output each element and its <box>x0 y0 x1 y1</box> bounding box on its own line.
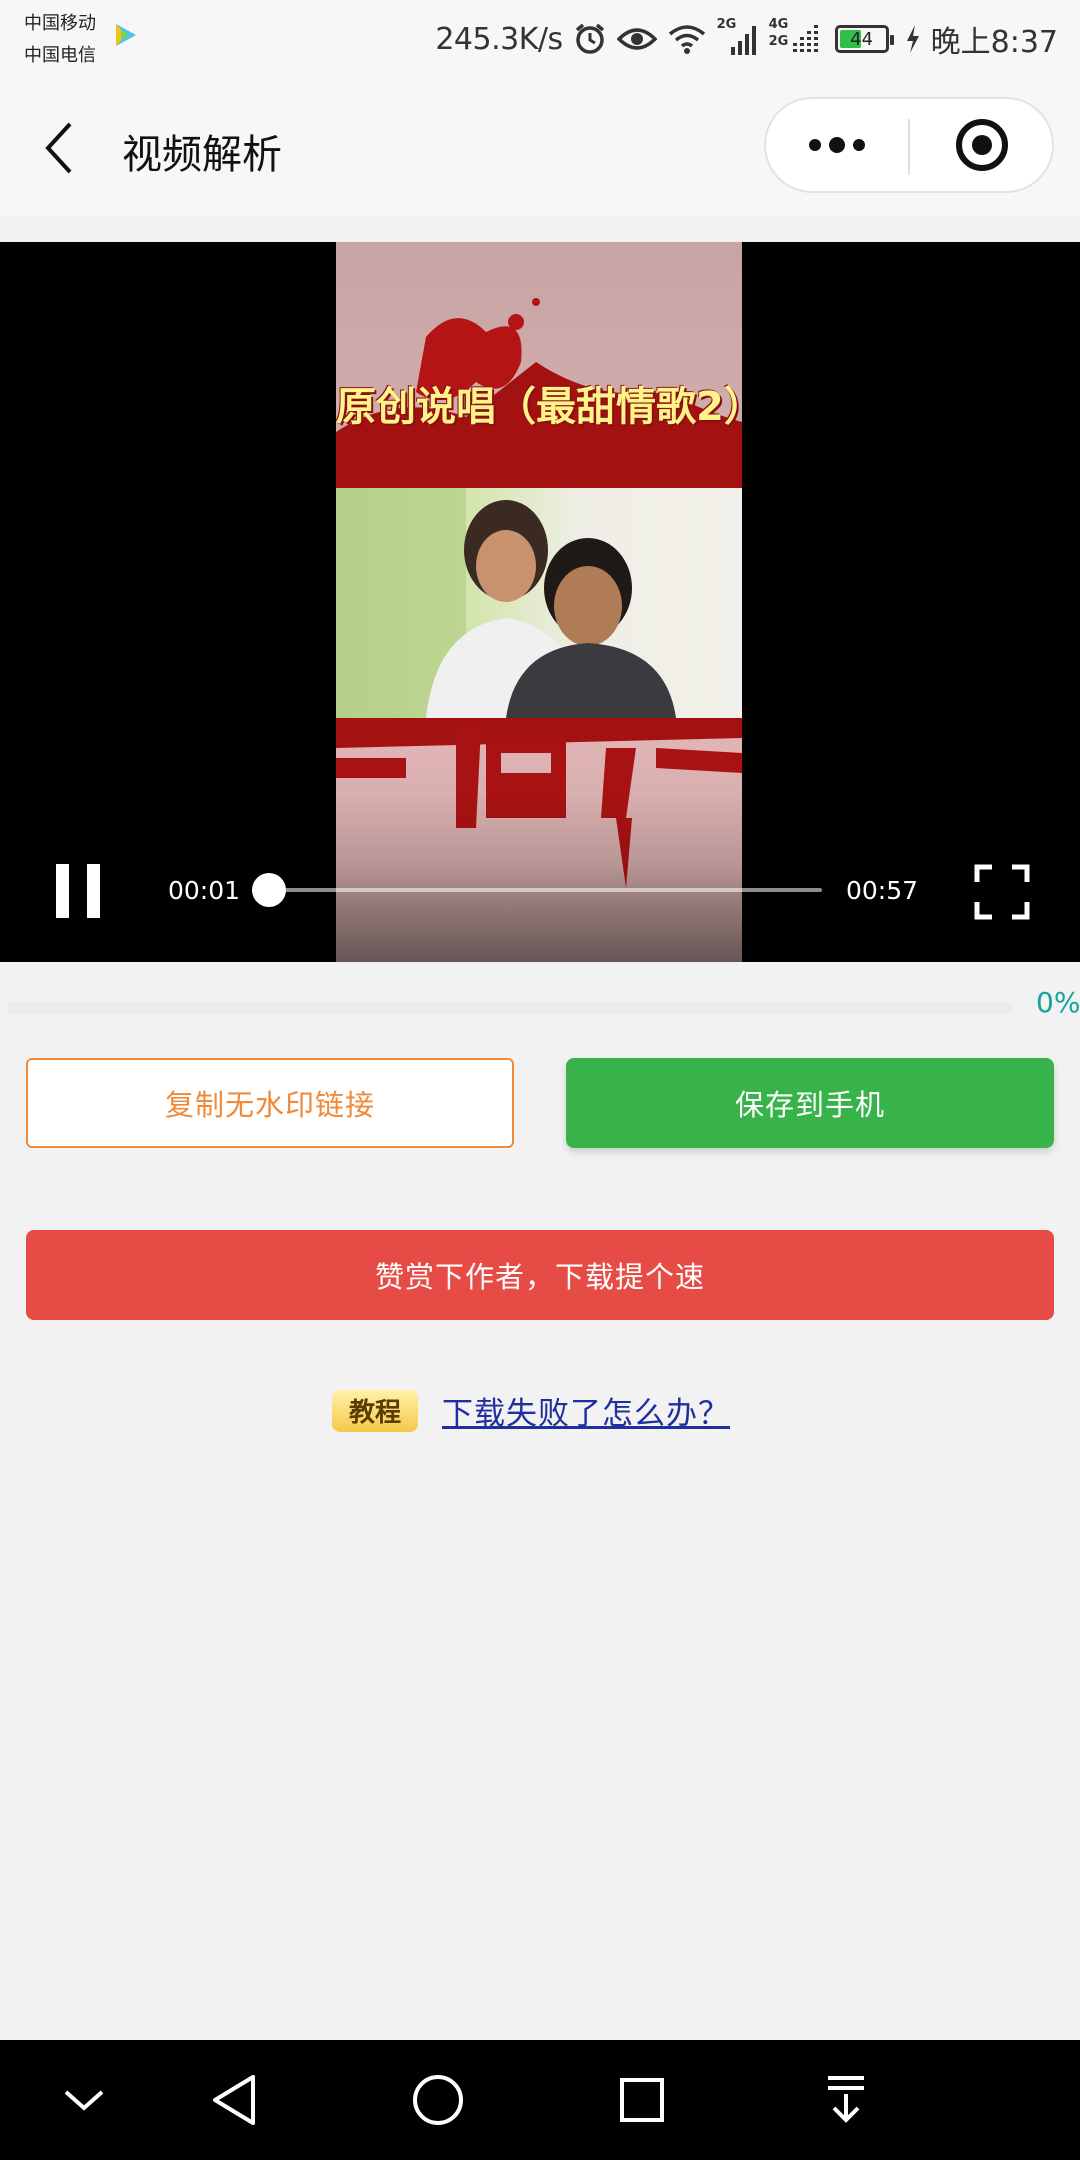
close-button[interactable] <box>910 99 1054 191</box>
system-recents-button[interactable] <box>608 2066 676 2134</box>
carrier-2: 中国电信 <box>24 45 96 66</box>
battery-level: 44 <box>850 28 874 50</box>
signal-icon-sim1: 2G <box>717 17 759 57</box>
seek-thumb[interactable] <box>252 873 287 907</box>
copy-link-button[interactable]: 复制无水印链接 <box>26 1058 514 1148</box>
carrier-info: 中国移动 中国电信 <box>24 8 96 72</box>
battery-icon: 44 <box>834 25 894 53</box>
notification-pulldown-button[interactable] <box>812 2066 880 2134</box>
home-circle-icon <box>413 2075 463 2125</box>
system-navigation-bar <box>0 2040 1080 2160</box>
carrier-1: 中国移动 <box>24 13 96 34</box>
video-app-icon <box>116 24 136 46</box>
charging-icon <box>906 25 919 53</box>
collapse-nav-button[interactable] <box>50 2066 118 2134</box>
back-triangle-icon <box>213 2075 255 2125</box>
tip-author-button[interactable]: 赞赏下作者，下载提个速 <box>26 1230 1054 1320</box>
fullscreen-icon <box>974 864 1030 920</box>
download-failed-help-link[interactable]: 下载失败了怎么办？ <box>442 1388 730 1433</box>
page-title: 视频解析 <box>122 132 282 178</box>
wifi-icon <box>668 25 705 54</box>
tutorial-badge: 教程 <box>332 1389 418 1432</box>
more-button[interactable] <box>766 99 908 191</box>
network-speed: 245.3K/s <box>435 21 563 57</box>
system-home-button[interactable] <box>404 2066 472 2134</box>
total-time: 00:57 <box>846 876 919 905</box>
more-dots-icon <box>809 137 865 153</box>
back-button[interactable] <box>36 116 88 180</box>
tutorial-row: 教程 下载失败了怎么办？ <box>332 1388 730 1433</box>
fullscreen-button[interactable] <box>974 864 1030 920</box>
signal-icon-sim2: 4G 2G <box>769 17 825 57</box>
clock: 晚上8:37 <box>930 25 1058 60</box>
mini-program-capsule <box>764 97 1054 193</box>
video-top-banner <box>336 242 742 488</box>
status-bar: 中国移动 中国电信 245.3K/s 2G 4G 2G 44 晚上8:37 <box>0 0 1080 78</box>
download-percent: 0% <box>1036 986 1080 1019</box>
eye-icon <box>616 28 657 50</box>
mini-program-navbar: 视频解析 <box>0 78 1080 216</box>
seek-bar[interactable] <box>252 873 822 907</box>
close-target-icon <box>956 119 1008 171</box>
video-player[interactable]: 原创说唱（最甜情歌2） 00:01 00:57 <box>0 242 1080 962</box>
save-to-phone-button[interactable]: 保存到手机 <box>566 1058 1054 1148</box>
current-time: 00:01 <box>168 876 241 905</box>
video-people-scene <box>336 488 742 718</box>
download-progress-bar <box>6 1002 1012 1014</box>
video-overlay-title: 原创说唱（最甜情歌2） <box>336 384 742 430</box>
recents-square-icon <box>620 2078 664 2122</box>
pause-icon <box>56 864 100 918</box>
alarm-icon <box>575 23 604 54</box>
pause-button[interactable] <box>56 864 100 918</box>
system-back-button[interactable] <box>200 2066 268 2134</box>
collapse-icon <box>64 2090 104 2111</box>
back-chevron-icon <box>45 122 72 174</box>
notification-pulldown-icon <box>828 2076 864 2123</box>
